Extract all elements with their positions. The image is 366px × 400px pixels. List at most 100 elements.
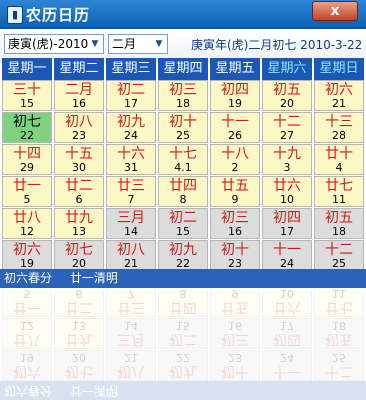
day-cell[interactable]: 二月 16 — [54, 80, 104, 111]
day-cell[interactable]: 初二 15 — [158, 208, 208, 239]
day-cell[interactable]: 廿六 10 — [262, 176, 312, 207]
lunar-date: 初四 — [221, 82, 249, 98]
lunar-date: 廿七 — [325, 299, 353, 315]
day-cell[interactable]: 十一 26 — [210, 112, 260, 143]
day-cell[interactable]: 三月 14 — [106, 208, 156, 239]
day-cell[interactable]: 廿一 5 — [2, 176, 52, 207]
day-cell[interactable]: 十三 28 — [314, 112, 364, 143]
day-cell[interactable]: 廿八 12 — [2, 318, 52, 349]
lunar-date: 三月 — [117, 210, 145, 226]
day-cell[interactable]: 十四 29 — [2, 144, 52, 175]
weekday-label: 星期一 — [2, 58, 52, 80]
day-cell[interactable]: 三月 14 — [106, 318, 156, 349]
day-cell[interactable]: 初十 23 — [210, 350, 260, 381]
day-cell[interactable]: 十二 27 — [262, 112, 312, 143]
day-cell[interactable]: 初三 16 — [210, 208, 260, 239]
calendar-window: ▮ 农历日历 x 庚寅(虎)-2010 ▼ 二月 ▼ 庚寅年(虎)二月初七 20… — [0, 0, 366, 290]
day-cell[interactable]: 十一 24 — [262, 350, 312, 381]
day-cell[interactable]: 初六 19 — [2, 350, 52, 381]
day-cell[interactable]: 廿八 12 — [2, 208, 52, 239]
day-cell[interactable]: 初九 24 — [106, 112, 156, 143]
solar-date: 16 — [72, 97, 86, 110]
day-cell[interactable]: 初二 15 — [158, 318, 208, 349]
solar-date: 4.1 — [174, 161, 192, 174]
day-cell[interactable]: 初十 25 — [158, 112, 208, 143]
lunar-date: 十一 — [273, 242, 301, 258]
day-cell[interactable]: 初九 22 — [158, 350, 208, 381]
solar-date: 27 — [280, 129, 294, 142]
solar-terms-bar: 初六春分 廿一清明 — [0, 269, 366, 288]
day-cell[interactable]: 初五 18 — [314, 318, 364, 349]
day-cell[interactable]: 初九 22 — [158, 240, 208, 271]
title-bar[interactable]: ▮ 农历日历 x — [0, 0, 366, 29]
chevron-down-icon[interactable]: ▼ — [151, 35, 167, 53]
lunar-date: 十二 — [325, 363, 353, 379]
day-cell[interactable]: 初五 18 — [314, 208, 364, 239]
day-cell[interactable]: 初七 20 — [54, 350, 104, 381]
close-button[interactable]: x — [312, 1, 358, 21]
day-cell[interactable]: 廿六 10 — [262, 290, 312, 317]
day-cell[interactable]: 初六 21 — [314, 80, 364, 111]
lunar-date: 初六 — [13, 363, 41, 379]
lunar-date: 廿三 — [117, 178, 145, 194]
day-cell[interactable]: 廿四 8 — [158, 290, 208, 317]
reflected-solar-terms-bar: 初六春分 廿一清明 — [0, 381, 366, 400]
day-cell[interactable]: 廿九 13 — [54, 318, 104, 349]
lunar-date: 廿四 — [169, 299, 197, 315]
day-cell[interactable]: 初八 21 — [106, 350, 156, 381]
day-cell[interactable]: 十九 3 — [262, 144, 312, 175]
year-select[interactable]: 庚寅(虎)-2010 ▼ — [4, 34, 104, 54]
day-cell[interactable]: 十五 30 — [54, 144, 104, 175]
day-cell[interactable]: 初四 19 — [210, 80, 260, 111]
calendar-week-row: 十四 29 十五 30 十六 31 十七 4.1 十八 2 十九 3 廿十 4 — [2, 144, 364, 176]
day-cell[interactable]: 初五 20 — [262, 80, 312, 111]
lunar-date: 二月 — [65, 82, 93, 98]
lunar-date: 初十 — [221, 363, 249, 379]
day-cell[interactable]: 十七 4.1 — [158, 144, 208, 175]
day-cell[interactable]: 廿十 4 — [314, 144, 364, 175]
solar-date: 5 — [23, 193, 31, 206]
day-cell[interactable]: 初三 18 — [158, 80, 208, 111]
day-cell[interactable]: 初十 23 — [210, 240, 260, 271]
day-cell[interactable]: 初四 17 — [262, 318, 312, 349]
month-select[interactable]: 二月 ▼ — [108, 34, 168, 54]
day-cell[interactable]: 廿五 9 — [210, 290, 260, 317]
day-cell[interactable]: 十二 25 — [314, 350, 364, 381]
solar-date: 23 — [72, 129, 86, 142]
day-cell[interactable]: 廿四 8 — [158, 176, 208, 207]
day-cell[interactable]: 三十 15 — [2, 80, 52, 111]
day-cell[interactable]: 初七 22 — [2, 112, 52, 143]
window-reflection: 初六春分 廿一清明 初六 19 初七 20 初八 21 初九 22 初十 23 十一 24 十二 25 廿八… — [0, 290, 366, 400]
day-cell[interactable]: 十六 31 — [106, 144, 156, 175]
chevron-down-icon[interactable]: ▼ — [87, 35, 103, 53]
lunar-date: 初二 — [169, 210, 197, 226]
solar-term: 廿一清明 — [69, 271, 118, 285]
lunar-date: 初五 — [325, 210, 353, 226]
day-cell[interactable]: 初三 16 — [210, 318, 260, 349]
day-cell[interactable]: 廿三 7 — [106, 290, 156, 317]
day-cell[interactable]: 初八 23 — [54, 112, 104, 143]
day-cell[interactable]: 十一 24 — [262, 240, 312, 271]
day-cell[interactable]: 廿三 7 — [106, 176, 156, 207]
day-cell[interactable]: 廿七 11 — [314, 290, 364, 317]
day-cell[interactable]: 廿一 5 — [2, 290, 52, 317]
day-cell[interactable]: 初二 17 — [106, 80, 156, 111]
calendar-week-row: 三十 15 二月 16 初二 17 初三 18 初四 19 初五 20 初六 21 — [2, 80, 364, 112]
solar-date: 29 — [20, 161, 34, 174]
day-cell[interactable]: 廿二 6 — [54, 176, 104, 207]
solar-date: 9 — [231, 193, 239, 206]
day-cell[interactable]: 廿二 6 — [54, 290, 104, 317]
day-cell[interactable]: 初八 21 — [106, 240, 156, 271]
lunar-date: 十一 — [221, 114, 249, 130]
day-cell[interactable]: 十八 2 — [210, 144, 260, 175]
day-cell[interactable]: 初六 19 — [2, 240, 52, 271]
calendar-week-row: 廿一 5 廿二 6 廿三 7 廿四 8 廿五 9 廿六 10 廿七 11 — [2, 176, 364, 208]
solar-date: 16 — [228, 225, 242, 238]
solar-date: 6 — [75, 193, 83, 206]
day-cell[interactable]: 十二 25 — [314, 240, 364, 271]
day-cell[interactable]: 廿七 11 — [314, 176, 364, 207]
day-cell[interactable]: 初四 17 — [262, 208, 312, 239]
day-cell[interactable]: 廿九 13 — [54, 208, 104, 239]
day-cell[interactable]: 廿五 9 — [210, 176, 260, 207]
day-cell[interactable]: 初七 20 — [54, 240, 104, 271]
